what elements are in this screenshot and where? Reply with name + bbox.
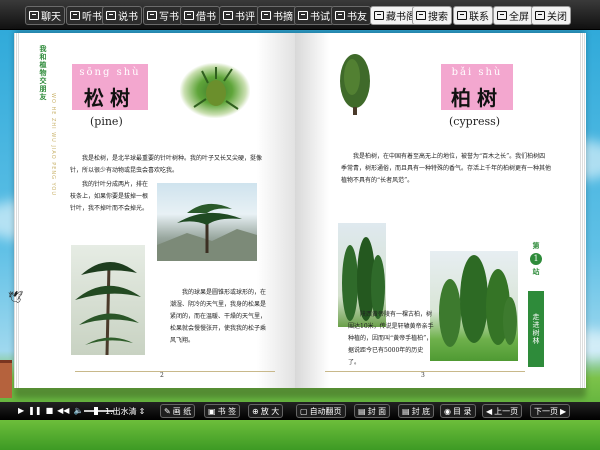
chapter-number: 1 xyxy=(530,253,542,265)
volume-slider-handle[interactable] xyxy=(94,407,98,415)
close-button[interactable]: 关闭 xyxy=(531,6,571,25)
back-cover-button[interactable]: ▤ 封 底 xyxy=(398,404,435,418)
pine-title-box: sōng shù 松树 xyxy=(72,64,148,110)
cover-icon: ▤ xyxy=(358,406,366,416)
fullscreen-icon xyxy=(497,11,507,20)
speak-button[interactable]: 说书 xyxy=(102,6,142,25)
pencil-icon: ✎ xyxy=(164,406,171,416)
speed-select[interactable]: 1.出水清 ⇕ xyxy=(102,404,148,418)
bookmark-button[interactable]: ▣ 书 签 xyxy=(204,404,241,418)
write-button[interactable]: 写书 xyxy=(143,6,183,25)
chapter-title: 走进树林 xyxy=(528,291,544,367)
chat-icon xyxy=(29,11,39,20)
excerpt-button[interactable]: 书摘 xyxy=(257,6,297,25)
pine-mountain-image xyxy=(157,183,257,261)
page-number-left: 2 xyxy=(160,372,164,379)
close-icon xyxy=(535,11,545,20)
side-pinyin: WO HE ZHI WU JIAO PENG YOU xyxy=(50,93,56,196)
chat-button[interactable]: 聊天 xyxy=(25,6,65,25)
cypress-paragraph-2: 陕西黄帝陵有一棵古柏，树围达10米，传说是轩辕黄帝亲手种植的，因而叫“黄帝手植柏… xyxy=(348,311,434,366)
house-scenery xyxy=(0,360,12,398)
pine-tree-image xyxy=(71,245,145,355)
cypress-park-image xyxy=(430,251,518,361)
search-icon xyxy=(416,11,426,20)
auto-page-button[interactable]: ▢ 自动翻页 xyxy=(296,404,346,418)
top-toolbar: 聊天 听书 说书 写书 借书 书评 书摘 书试 书友 藏书阁 搜索 联系 全屏 … xyxy=(0,0,600,30)
library-icon xyxy=(374,11,384,20)
play-icon[interactable]: ▶ xyxy=(18,406,24,415)
headphone-icon xyxy=(70,11,80,20)
chapter-suffix: 站 xyxy=(532,267,540,276)
bookmark-icon: ▣ xyxy=(208,406,216,416)
fullscreen-button[interactable]: 全屏 xyxy=(493,6,533,25)
book-icon xyxy=(184,11,194,20)
test-button[interactable]: 书试 xyxy=(294,6,334,25)
rewind-icon[interactable]: ◀◀ xyxy=(57,406,69,415)
chevron-down-icon: ⇕ xyxy=(138,406,146,416)
cypress-single-image xyxy=(335,53,375,115)
footer-line xyxy=(325,371,525,372)
stop-icon[interactable]: ■ xyxy=(46,406,54,415)
friends-icon xyxy=(335,11,345,20)
comment-icon xyxy=(223,11,233,20)
pine-paragraph-2: 我的针叶分成两片，排在枝条上，如果你要是拔掉一根针叶，我不掉叶而不会掉光。 xyxy=(70,181,149,212)
excerpt-icon xyxy=(261,11,271,20)
search-button[interactable]: 搜索 xyxy=(412,6,452,25)
footer-line xyxy=(75,371,275,372)
cypress-title-box: bǎi shù 柏树 xyxy=(441,64,513,110)
cypress-english: (cypress) xyxy=(449,115,501,128)
contents-icon: ◉ xyxy=(444,406,451,416)
mail-icon xyxy=(457,11,467,20)
chapter-label: 第 xyxy=(532,241,540,250)
auto-page-icon: ▢ xyxy=(300,406,308,416)
zoom-icon: ⊕ xyxy=(252,406,259,416)
pen-icon xyxy=(147,11,157,20)
pine-english: (pine) xyxy=(90,115,123,128)
speak-icon xyxy=(106,11,116,20)
playback-controls: ▶ ❚❚ ■ ◀◀ 🔈 xyxy=(18,406,83,415)
back-cover-icon: ▤ xyxy=(402,406,410,416)
cypress-hanzi: 柏树 xyxy=(451,86,503,110)
prev-icon: ◀ xyxy=(486,406,493,416)
review-button[interactable]: 书评 xyxy=(219,6,259,25)
bird-scenery: 🕊 xyxy=(8,290,24,304)
contact-button[interactable]: 联系 xyxy=(453,6,493,25)
borrow-button[interactable]: 借书 xyxy=(180,6,220,25)
pause-icon[interactable]: ❚❚ xyxy=(28,406,41,415)
cypress-paragraph-1: 我是柏树，在中国有着至高无上的地位，被誉为“百木之长”。我们柏树四季常青，树形通… xyxy=(341,153,552,184)
page-edge xyxy=(580,33,586,388)
next-icon: ▶ xyxy=(560,406,567,416)
chapter-marker: 第 1 站 xyxy=(529,241,543,283)
left-page[interactable]: 我和植物交朋友 WO HE ZHI WU JIAO PENG YOU sōng … xyxy=(20,33,295,388)
bottom-toolbar: ▶ ❚❚ ■ ◀◀ 🔈 1.出水清 ⇕ ✎ 画 纸 ▣ 书 签 ⊕ 放 大 ▢ 自动翻页 … xyxy=(0,402,600,420)
draw-button[interactable]: ✎ 画 纸 xyxy=(160,404,196,418)
test-icon xyxy=(298,11,308,20)
zoom-button[interactable]: ⊕ 放 大 xyxy=(248,404,284,418)
pine-hanzi: 松树 xyxy=(84,86,136,110)
pine-pinyin: sōng shù xyxy=(79,67,141,78)
contents-button[interactable]: ◉ 目 录 xyxy=(440,404,476,418)
cypress-pinyin: bǎi shù xyxy=(451,67,503,78)
grass-scenery xyxy=(0,420,600,450)
listen-button[interactable]: 听书 xyxy=(66,6,106,25)
next-page-button[interactable]: 下一页 ▶ xyxy=(530,404,571,418)
friends-button[interactable]: 书友 xyxy=(331,6,371,25)
right-page[interactable]: bǎi shù 柏树 (cypress) 我是柏树，在中国有着至高无上的地位，被… xyxy=(295,33,580,388)
prev-page-button[interactable]: ◀ 上一页 xyxy=(482,404,523,418)
cover-button[interactable]: ▤ 封 面 xyxy=(354,404,391,418)
pine-paragraph-3: 我的球果是圆锥形或球形的，在潮湿、阴冷的天气里，我身的松果是紧闭的，而在温暖、干… xyxy=(170,289,267,344)
pine-cone-image xyxy=(180,63,250,118)
volume-icon[interactable]: 🔈 xyxy=(73,406,83,415)
page-number-right: 3 xyxy=(421,372,425,379)
side-title: 我和植物交朋友 xyxy=(39,45,48,101)
pine-paragraph-1: 我是松树，是北半球最重要的针叶树种。我的叶子又长又尖硬，挺像针，所以很少有动物或… xyxy=(70,155,263,174)
